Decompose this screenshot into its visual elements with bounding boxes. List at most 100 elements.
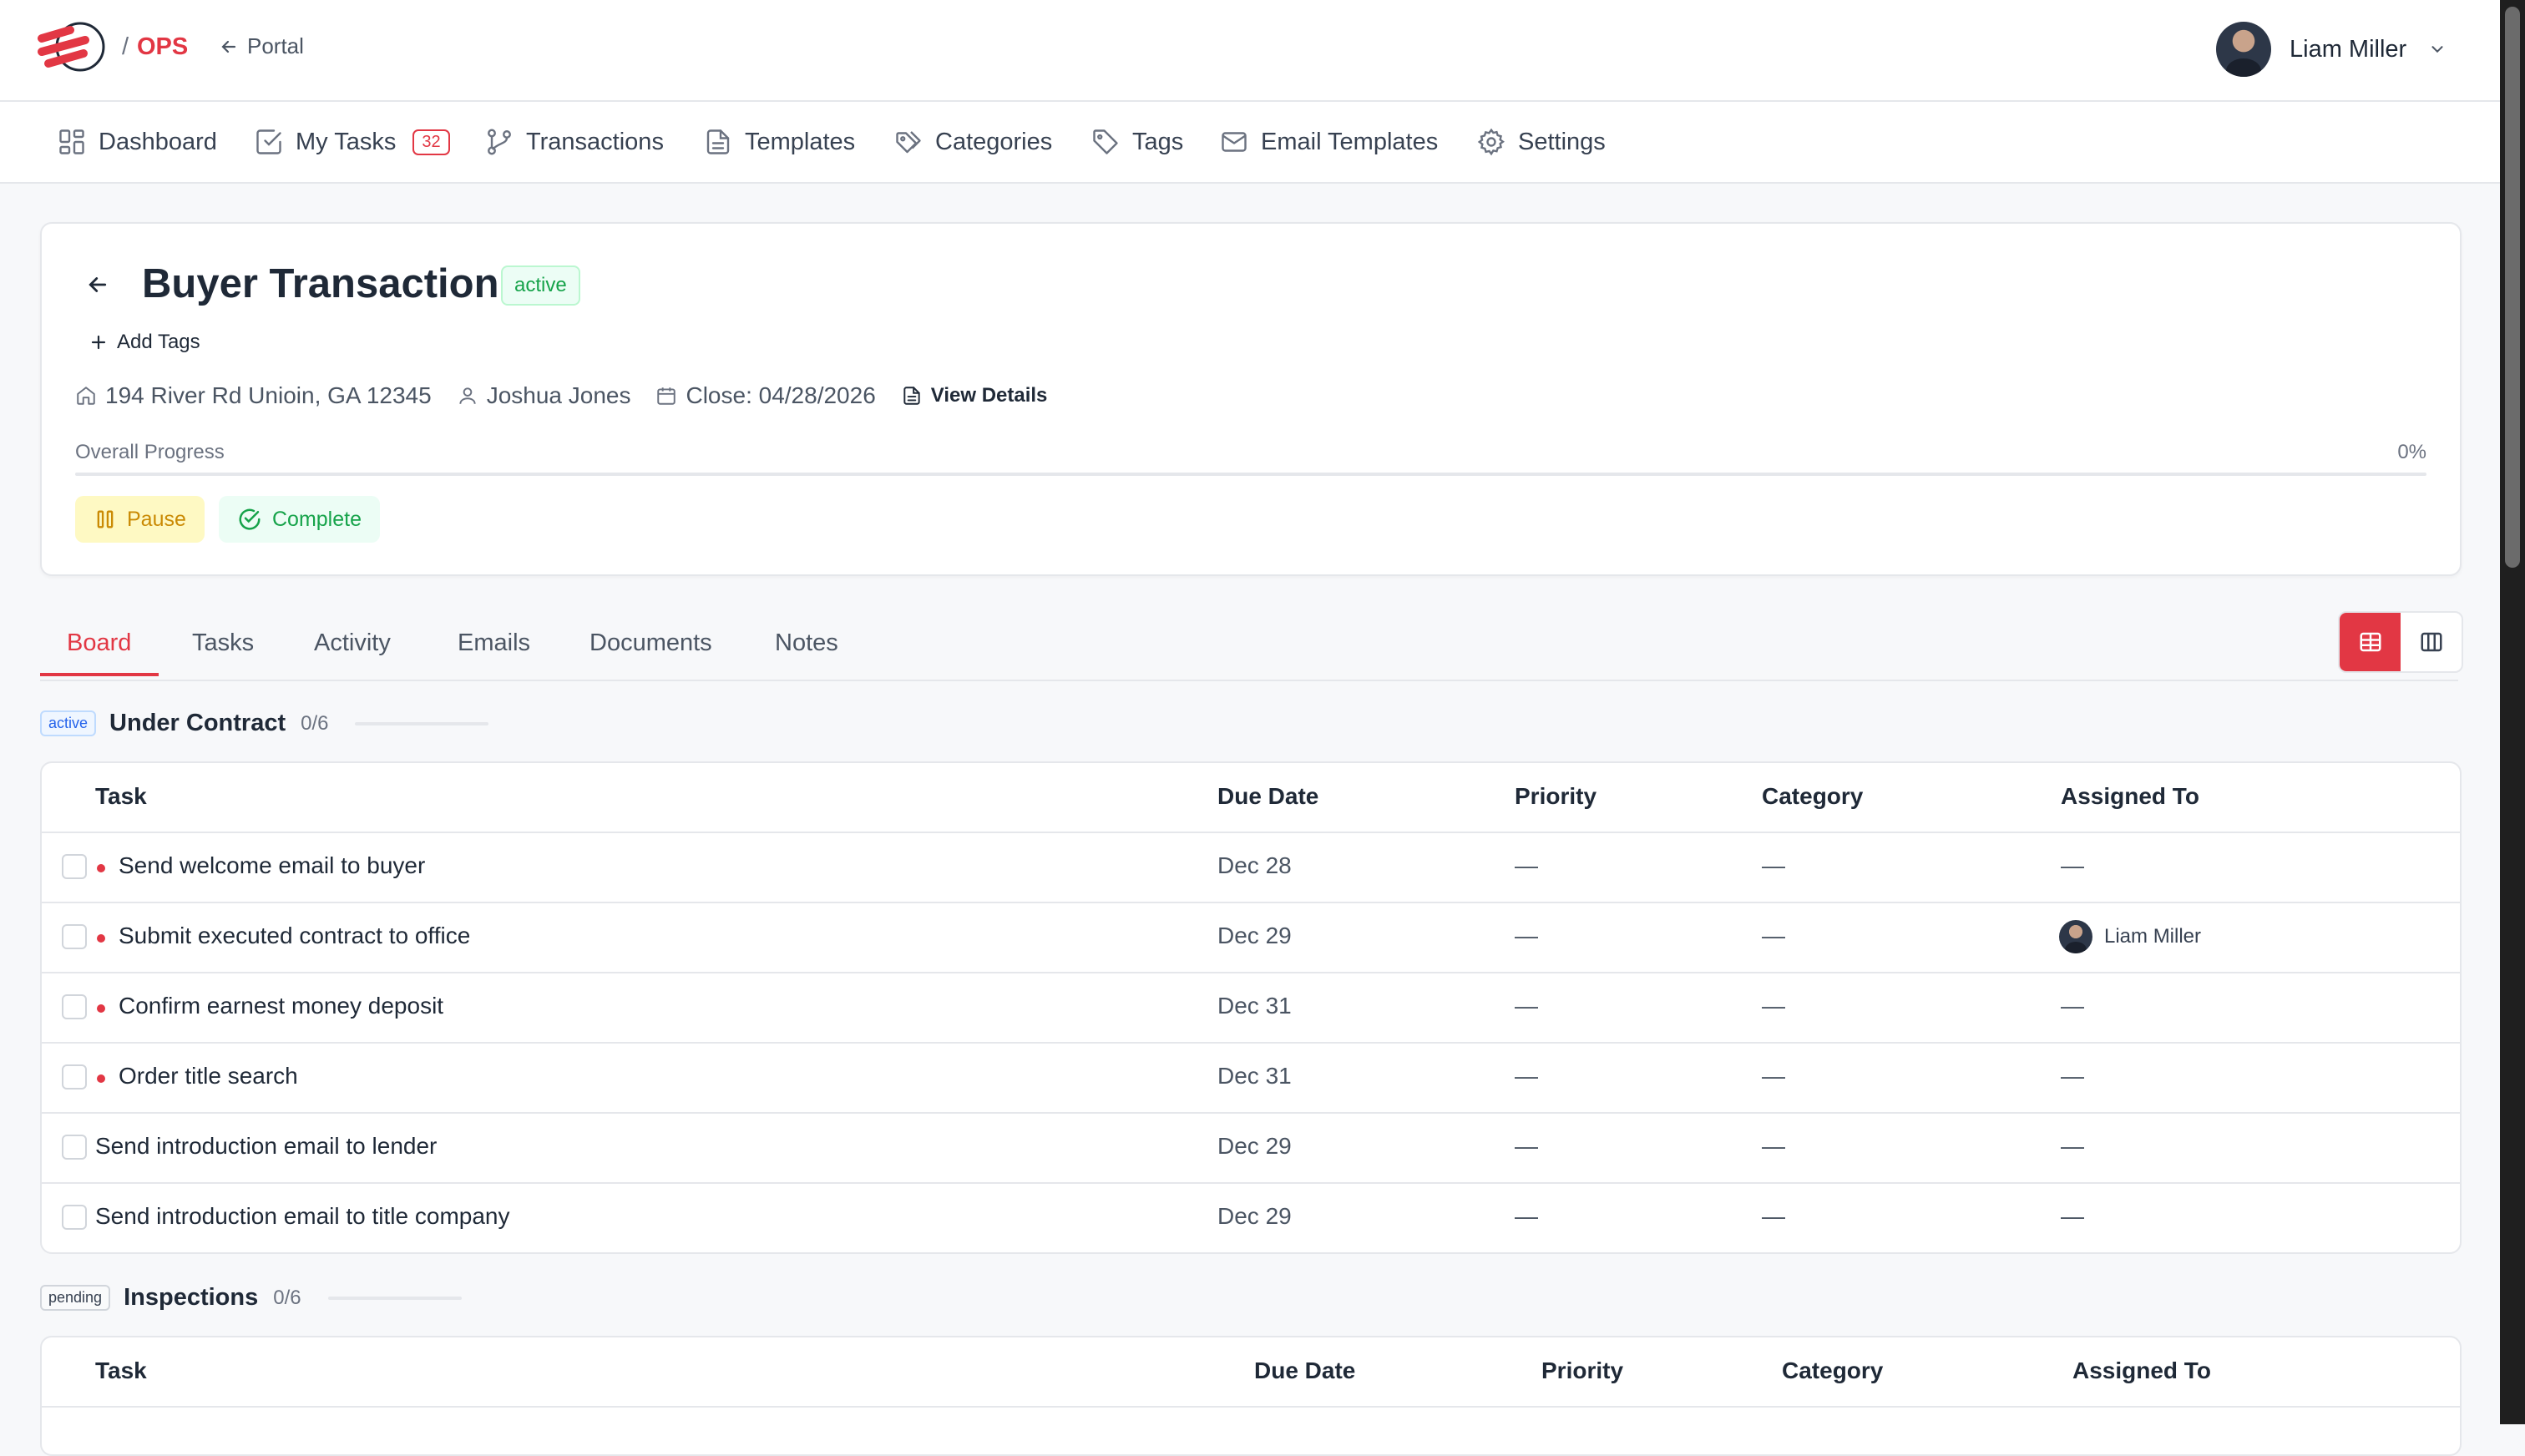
pause-icon (97, 510, 114, 528)
stage-progress-bar (355, 721, 489, 725)
user-name: Liam Miller (2290, 35, 2407, 63)
complete-label: Complete (272, 507, 362, 531)
close-date: Close: 04/28/2026 (655, 382, 876, 409)
brand-separator: / (122, 33, 129, 60)
assignee-name: Liam Miller (2104, 925, 2202, 948)
nav-dashboard-label: Dashboard (99, 128, 217, 155)
nav-transactions-label: Transactions (526, 128, 664, 155)
nav-templates[interactable]: Templates (703, 125, 855, 159)
task-title[interactable]: Send introduction email to lender (95, 1133, 437, 1160)
table-view-button[interactable] (2340, 613, 2401, 671)
table-row[interactable]: Confirm earnest money deposit Dec 31 — —… (42, 973, 2460, 1044)
board-view-button[interactable] (2401, 613, 2462, 671)
tab-tasks[interactable]: Tasks (192, 629, 254, 657)
task-assignee: — (2061, 993, 2084, 1019)
nav-email-templates[interactable]: Email Templates (1219, 125, 1438, 159)
client: Joshua Jones (457, 382, 631, 409)
scrollbar-thumb[interactable] (2505, 7, 2520, 568)
column-category[interactable]: Category (1762, 783, 1863, 810)
page-scrollbar[interactable] (2500, 0, 2525, 1424)
column-priority[interactable]: Priority (1515, 783, 1596, 810)
task-priority: — (1515, 923, 1538, 948)
task-title[interactable]: Order title search (119, 1063, 298, 1089)
view-details-link[interactable]: View Details (901, 384, 1048, 407)
column-assigned-to[interactable]: Assigned To (2061, 783, 2199, 810)
table-row[interactable]: Send introduction email to lender Dec 29… (42, 1114, 2460, 1184)
tab-activity[interactable]: Activity (314, 629, 391, 657)
arrow-left-icon (221, 40, 236, 53)
column-assigned-to[interactable]: Assigned To (2072, 1357, 2211, 1384)
nav-tags[interactable]: Tags (1090, 125, 1183, 159)
view-details-label: View Details (930, 384, 1048, 407)
columns-icon (2421, 632, 2442, 652)
nav-categories[interactable]: Categories (893, 125, 1052, 159)
task-assignee: Liam Miller (2059, 920, 2201, 953)
tab-board[interactable]: Board (67, 629, 131, 657)
back-arrow-icon[interactable] (85, 272, 110, 297)
task-category: — (1762, 852, 1785, 878)
task-category: — (1762, 993, 1785, 1019)
task-title[interactable]: Send welcome email to buyer (119, 852, 425, 879)
task-due-date: Dec 31 (1217, 993, 1292, 1019)
task-checkbox[interactable] (62, 924, 87, 949)
nav-tags-label: Tags (1132, 128, 1184, 155)
complete-button[interactable]: Complete (219, 496, 380, 543)
task-checkbox[interactable] (62, 1205, 87, 1230)
task-category: — (1762, 1203, 1785, 1229)
ops-logo-icon[interactable] (37, 22, 110, 77)
task-priority: — (1515, 1063, 1538, 1089)
task-checkbox[interactable] (62, 994, 87, 1019)
gear-icon (1477, 128, 1505, 156)
client-name: Joshua Jones (486, 382, 631, 408)
transaction-tabs: Board Tasks Activity Emails Documents No… (40, 609, 2458, 681)
tasks-table-under-contract: Task Due Date Priority Category Assigned… (40, 761, 2462, 1254)
task-title[interactable]: Submit executed contract to office (119, 923, 470, 949)
task-category: — (1762, 923, 1785, 948)
tab-documents[interactable]: Documents (590, 629, 712, 657)
tab-notes[interactable]: Notes (775, 629, 838, 657)
column-category[interactable]: Category (1782, 1357, 1883, 1384)
table-header: Task Due Date Priority Category Assigned… (42, 1337, 2460, 1408)
task-checkbox[interactable] (62, 854, 87, 879)
portal-link[interactable]: Portal (219, 33, 304, 59)
task-title[interactable]: Confirm earnest money deposit (119, 993, 443, 1019)
top-bar: / OPS Portal Liam Miller (0, 0, 2500, 102)
home-icon (77, 387, 95, 405)
check-square-icon (256, 129, 281, 154)
overdue-indicator (97, 1004, 105, 1013)
table-row[interactable]: Send introduction email to title company… (42, 1184, 2460, 1252)
task-due-date: Dec 29 (1217, 923, 1292, 948)
progress-bar (75, 473, 2426, 476)
task-checkbox[interactable] (62, 1064, 87, 1089)
nav-settings[interactable]: Settings (1476, 125, 1606, 159)
column-due-date[interactable]: Due Date (1217, 783, 1318, 810)
table-row[interactable]: Order title search Dec 31 — — — (42, 1044, 2460, 1114)
nav-categories-label: Categories (935, 128, 1053, 155)
column-priority[interactable]: Priority (1541, 1357, 1623, 1384)
task-priority: — (1515, 852, 1538, 878)
nav-my-tasks[interactable]: My Tasks 32 (254, 125, 450, 159)
task-assignee: — (2061, 1133, 2084, 1159)
table-row[interactable]: Send welcome email to buyer Dec 28 — — — (42, 833, 2460, 903)
overdue-indicator (97, 864, 105, 872)
add-tags-button[interactable]: Add Tags (89, 331, 200, 354)
column-task[interactable]: Task (95, 1357, 147, 1384)
pause-button[interactable]: Pause (75, 496, 205, 543)
nav-my-tasks-label: My Tasks (296, 128, 397, 155)
nav-dashboard[interactable]: Dashboard (57, 125, 217, 159)
tag-icon (1093, 129, 1118, 154)
column-due-date[interactable]: Due Date (1254, 1357, 1355, 1384)
task-title[interactable]: Send introduction email to title company (95, 1203, 510, 1230)
nav-settings-label: Settings (1518, 128, 1606, 155)
stage-status-badge: pending (40, 1285, 111, 1311)
table-row[interactable]: Submit executed contract to office Dec 2… (42, 903, 2460, 973)
brand-name[interactable]: OPS (137, 33, 188, 61)
table-icon (2360, 632, 2381, 652)
column-task[interactable]: Task (95, 783, 147, 810)
nav-transactions[interactable]: Transactions (484, 125, 664, 159)
task-assignee: — (2061, 852, 2084, 878)
task-checkbox[interactable] (62, 1135, 87, 1160)
tab-emails[interactable]: Emails (458, 629, 530, 657)
user-menu[interactable]: Liam Miller (2216, 22, 2447, 77)
overdue-indicator (97, 934, 105, 943)
